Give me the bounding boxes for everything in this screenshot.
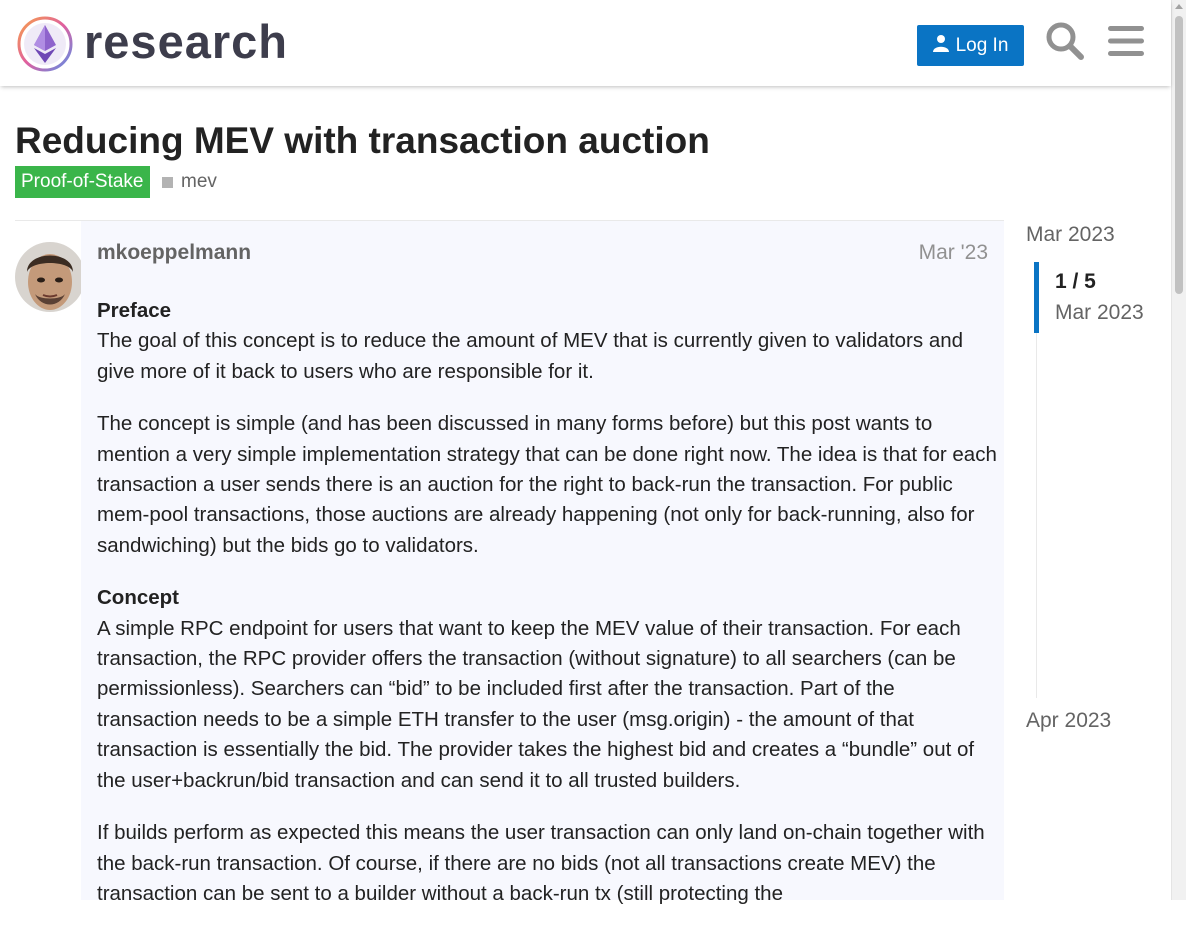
page-scrollbar[interactable]: [1171, 0, 1186, 900]
timeline-position-date: Mar 2023: [1055, 301, 1144, 324]
topic-timeline: Mar 2023 1 / 5 Mar 2023 Apr 2023: [1026, 220, 1166, 740]
paragraph: A simple RPC endpoint for users that wan…: [97, 616, 975, 792]
timeline-handle[interactable]: [1034, 262, 1039, 333]
site-header: research Log In: [0, 0, 1171, 86]
timeline-start-date[interactable]: Mar 2023: [1026, 220, 1115, 250]
post-content: Preface The goal of this concept is to r…: [97, 296, 997, 931]
avatar[interactable]: [15, 242, 85, 312]
logo-icon[interactable]: [16, 14, 76, 74]
post-author[interactable]: mkoeppelmann: [97, 238, 251, 268]
menu-button[interactable]: [1102, 18, 1150, 68]
post-date[interactable]: Mar '23: [919, 238, 988, 268]
hamburger-menu-icon: [1108, 25, 1144, 62]
user-icon: [932, 34, 949, 58]
section-heading: Preface: [97, 299, 172, 322]
tag-label: mev: [181, 171, 217, 192]
paragraph: The concept is simple (and has been disc…: [97, 412, 997, 557]
tag-square-icon: [162, 176, 173, 188]
post-body: mkoeppelmann Mar '23 Preface The goal of…: [81, 221, 1004, 905]
category-badge[interactable]: Proof-of-Stake: [15, 166, 150, 198]
paragraph: If builds perform as expected this means…: [97, 821, 985, 905]
login-button[interactable]: Log In: [917, 25, 1024, 66]
tag-mev[interactable]: mev: [162, 166, 217, 198]
timeline-end-date[interactable]: Apr 2023: [1026, 706, 1111, 736]
topic-title[interactable]: Reducing MEV with transaction auction: [15, 118, 710, 164]
site-name[interactable]: research: [84, 14, 288, 70]
scroll-thumb[interactable]: [1175, 16, 1183, 294]
search-button[interactable]: [1041, 18, 1089, 68]
section-heading: Concept: [97, 586, 179, 610]
login-button-label: Log In: [955, 34, 1009, 56]
timeline-position: 1 / 5: [1055, 270, 1096, 293]
scroll-up-arrow-icon[interactable]: [1175, 4, 1183, 9]
search-icon: [1045, 21, 1085, 66]
paragraph: The goal of this concept is to reduce th…: [97, 329, 964, 383]
